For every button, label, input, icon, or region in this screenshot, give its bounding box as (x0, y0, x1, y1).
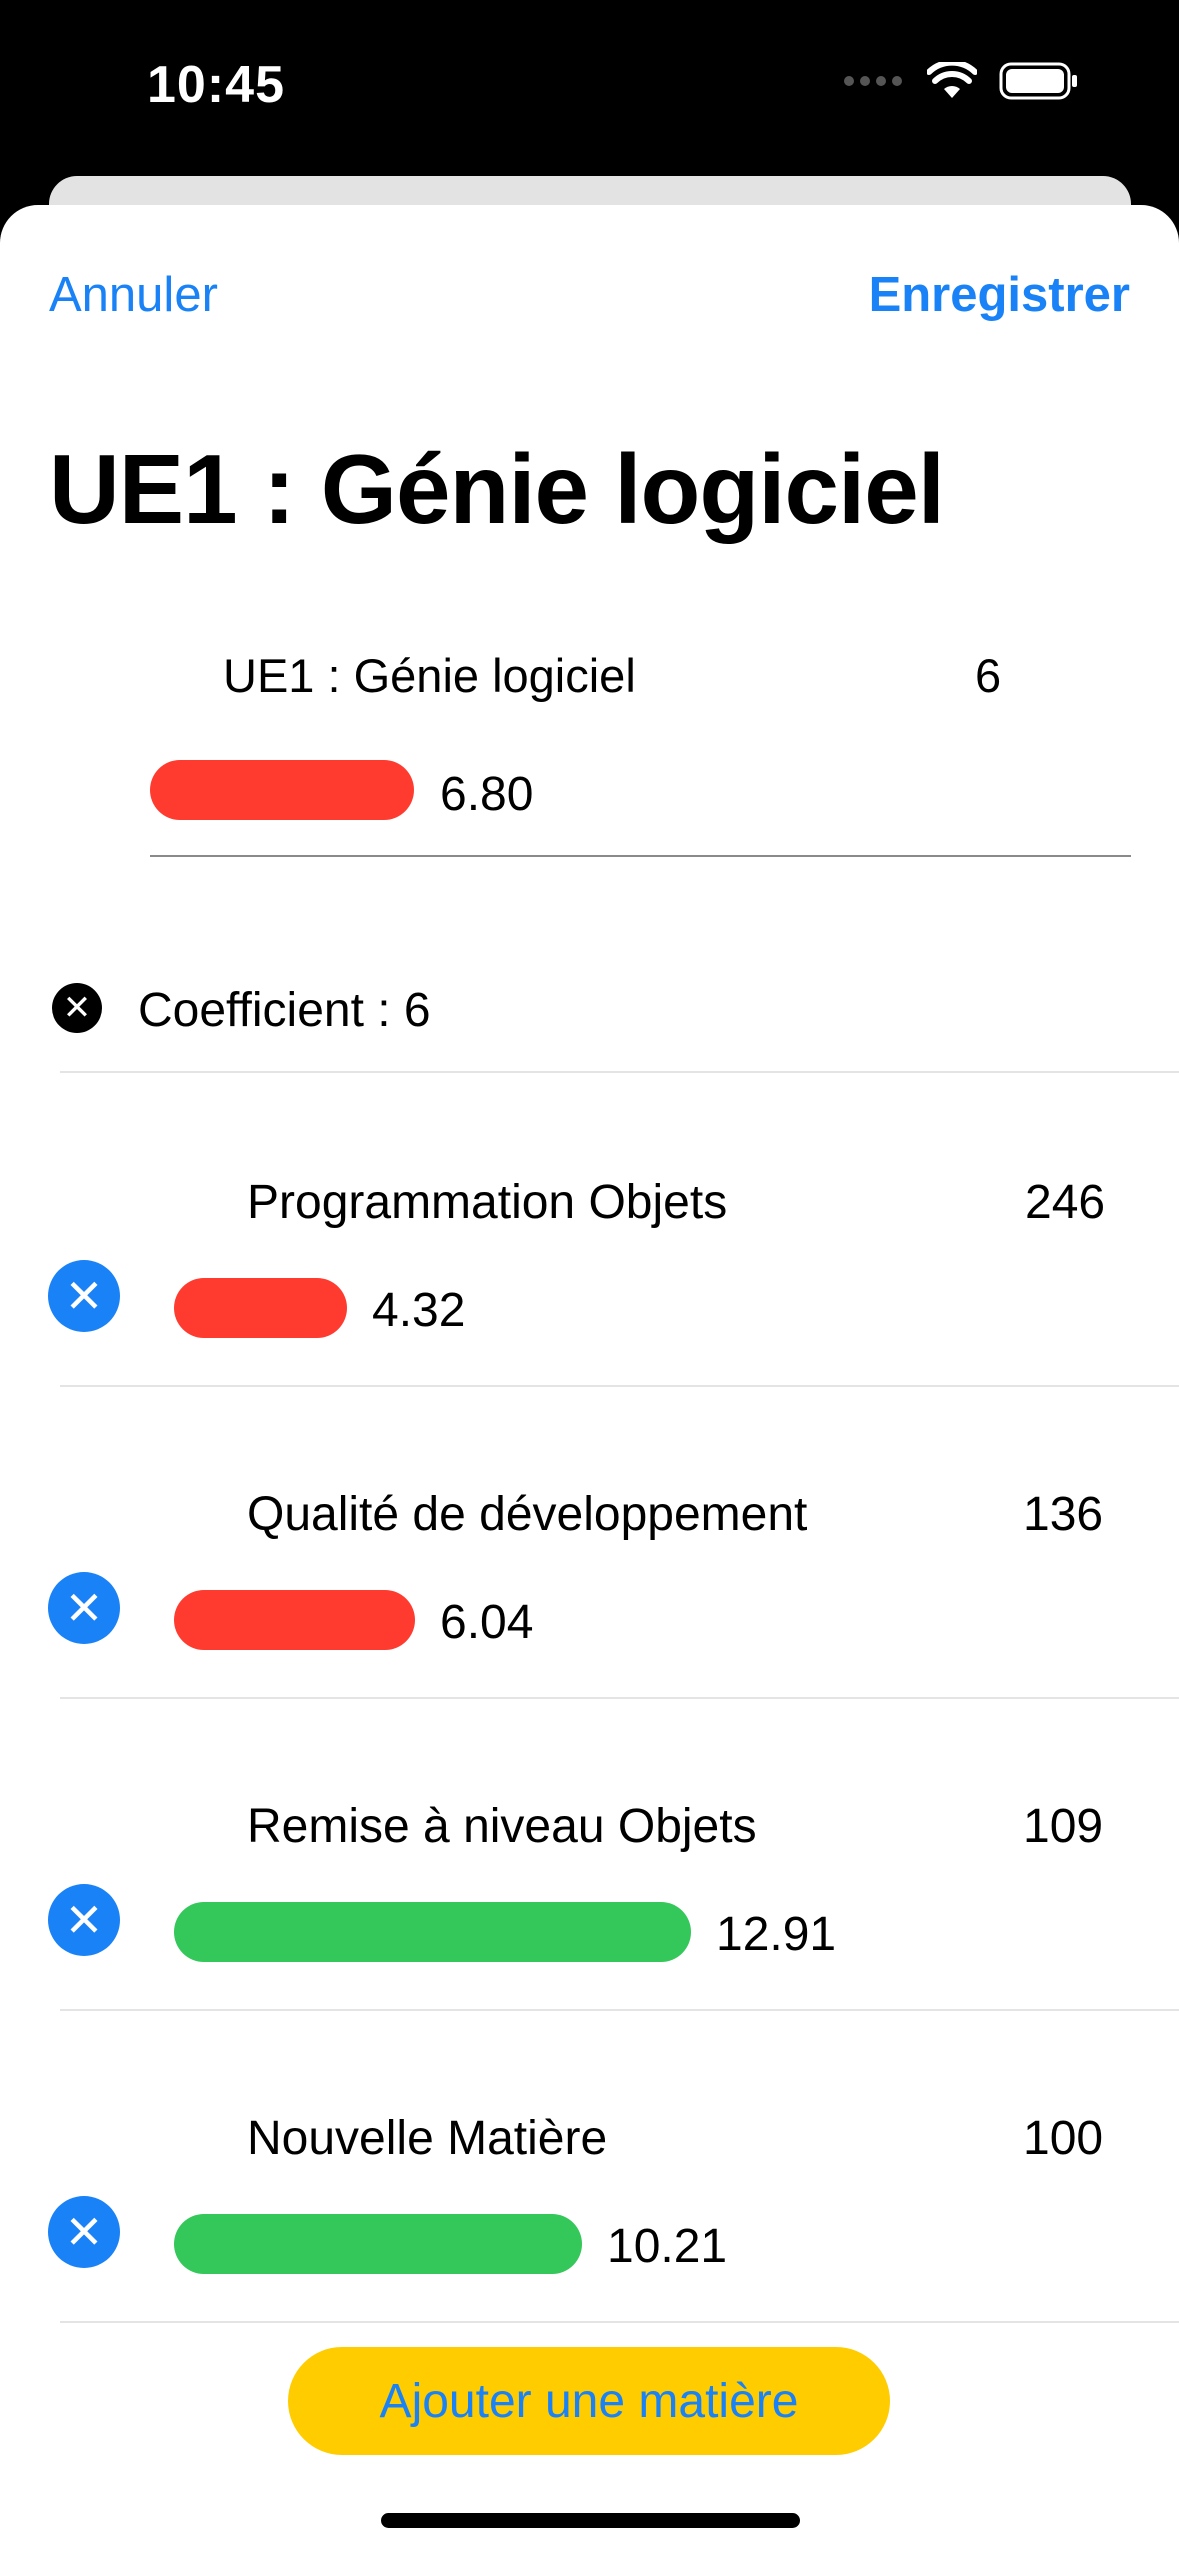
status-bar: 10:45 (0, 0, 1179, 175)
status-time: 10:45 (147, 56, 285, 114)
save-button[interactable]: Enregistrer (869, 267, 1130, 323)
remove-subject-icon[interactable]: ✕ (48, 2196, 120, 2268)
add-subject-button[interactable]: Ajouter une matière (288, 2347, 890, 2455)
subject-average: 10.21 (607, 2220, 728, 2273)
remove-subject-icon[interactable]: ✕ (48, 1572, 120, 1644)
subject-row[interactable]: ✕ Qualité de développement 136 6.04 (0, 1387, 1179, 1699)
subject-hours: 136 (1023, 1488, 1104, 1541)
remove-subject-icon[interactable]: ✕ (48, 1260, 120, 1332)
subject-average-bar (174, 1278, 347, 1338)
status-icons (843, 62, 1079, 100)
subject-name: Qualité de développement (247, 1488, 808, 1541)
page-title: UE1 : Génie logiciel (49, 434, 945, 544)
subject-name: Remise à niveau Objets (247, 1800, 757, 1853)
divider (60, 2321, 1179, 2323)
battery-icon (999, 62, 1077, 100)
coefficient-label: Coefficient : 6 (138, 984, 431, 1037)
subject-name: Nouvelle Matière (247, 2112, 608, 2165)
subject-average-bar (174, 1902, 691, 1962)
home-indicator (381, 2513, 800, 2528)
subject-average: 12.91 (716, 1908, 837, 1961)
summary-divider (150, 855, 1131, 857)
remove-subject-icon[interactable]: ✕ (48, 1884, 120, 1956)
subject-average-bar (174, 2214, 582, 2274)
wifi-icon (927, 62, 977, 98)
edit-sheet: Annuler Enregistrer UE1 : Génie logiciel… (0, 205, 1179, 2556)
subject-average: 4.32 (372, 1284, 466, 1337)
subject-row[interactable]: ✕ Programmation Objets 246 4.32 (0, 1075, 1179, 1387)
subject-average-bar (174, 1590, 415, 1650)
coefficient-row: ✕ Coefficient : 6 (0, 945, 1179, 1073)
divider (60, 1071, 1179, 1073)
remove-coefficient-icon[interactable]: ✕ (52, 983, 102, 1033)
summary-coefficient: 6 (975, 649, 1002, 702)
summary-average: 6.80 (440, 768, 534, 821)
summary-average-bar (150, 760, 414, 820)
subject-hours: 109 (1023, 1800, 1104, 1853)
subject-hours: 100 (1023, 2112, 1104, 2165)
summary-name: UE1 : Génie logiciel (223, 649, 636, 702)
subject-row[interactable]: ✕ Nouvelle Matière 100 10.21 (0, 2011, 1179, 2323)
subject-average: 6.04 (440, 1596, 534, 1649)
subject-hours: 246 (1025, 1176, 1106, 1229)
subject-row[interactable]: ✕ Remise à niveau Objets 109 12.91 (0, 1699, 1179, 2011)
cancel-button[interactable]: Annuler (49, 267, 218, 323)
subject-name: Programmation Objets (247, 1176, 728, 1229)
signal-icon (844, 76, 902, 86)
